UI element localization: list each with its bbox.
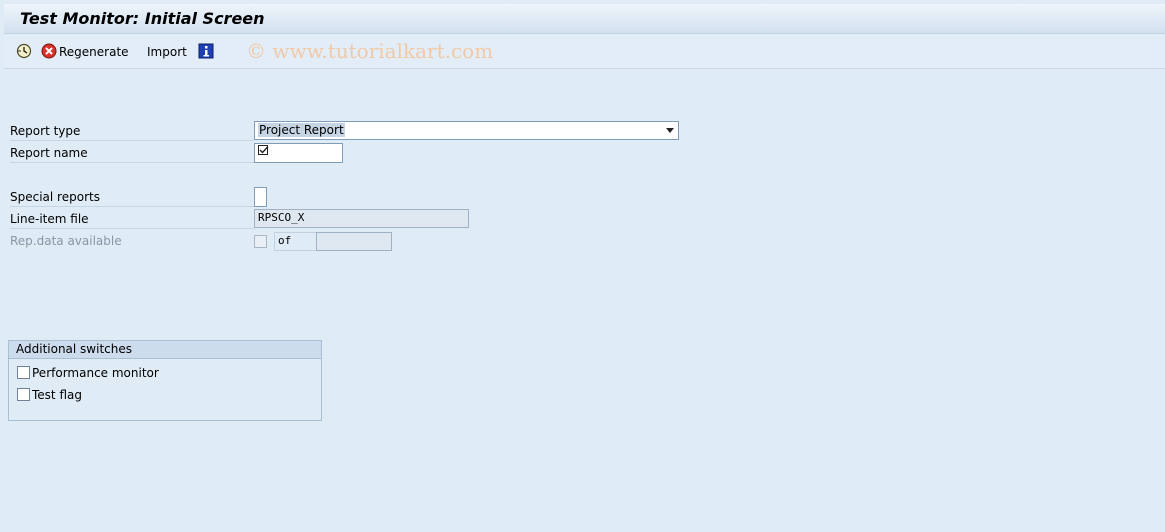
additional-switches-title: Additional switches: [9, 341, 321, 359]
performance-monitor-label: Performance monitor: [32, 366, 159, 380]
rep-data-available-label: Rep.data available: [10, 234, 122, 248]
sap-window: Test Monitor: Initial Screen Regenerate …: [4, 4, 1165, 532]
special-reports-label: Special reports: [10, 187, 254, 207]
report-type-label: Report type: [10, 121, 254, 141]
title-bar: Test Monitor: Initial Screen: [4, 4, 1165, 34]
report-type-value: Project Report: [258, 123, 345, 137]
test-flag-label: Test flag: [32, 388, 82, 402]
regenerate-button[interactable]: Regenerate: [59, 45, 129, 59]
test-flag-checkbox[interactable]: [17, 388, 30, 401]
import-button[interactable]: Import: [147, 45, 187, 59]
of-label-field: of: [274, 232, 317, 251]
execute-clock-icon[interactable]: [16, 43, 32, 59]
test-flag-option[interactable]: Test flag: [17, 388, 82, 404]
rep-data-available-field: [316, 232, 392, 251]
chevron-down-icon[interactable]: [666, 128, 674, 133]
performance-monitor-option[interactable]: Performance monitor: [17, 366, 159, 382]
line-item-file-field: RPSCO_X: [254, 209, 469, 228]
regenerate-icon[interactable]: [41, 43, 57, 59]
report-type-dropdown[interactable]: Project Report: [254, 121, 679, 140]
application-toolbar: Regenerate Import © www.tutorialkart.com: [4, 35, 1165, 69]
line-item-file-label: Line-item file: [10, 209, 254, 229]
required-check-icon: [258, 145, 269, 158]
report-name-input[interactable]: [254, 143, 343, 163]
special-reports-input[interactable]: [254, 187, 267, 207]
rep-data-available-checkbox: [254, 235, 267, 248]
of-label: of: [278, 234, 292, 247]
line-item-file-value: RPSCO_X: [258, 211, 305, 224]
additional-switches-group: Additional switches Performance monitor …: [8, 340, 322, 421]
watermark: © www.tutorialkart.com: [246, 39, 494, 63]
info-icon[interactable]: [198, 43, 214, 59]
performance-monitor-checkbox[interactable]: [17, 366, 30, 379]
window-title: Test Monitor: Initial Screen: [20, 9, 265, 28]
report-name-label: Report name: [10, 143, 254, 163]
